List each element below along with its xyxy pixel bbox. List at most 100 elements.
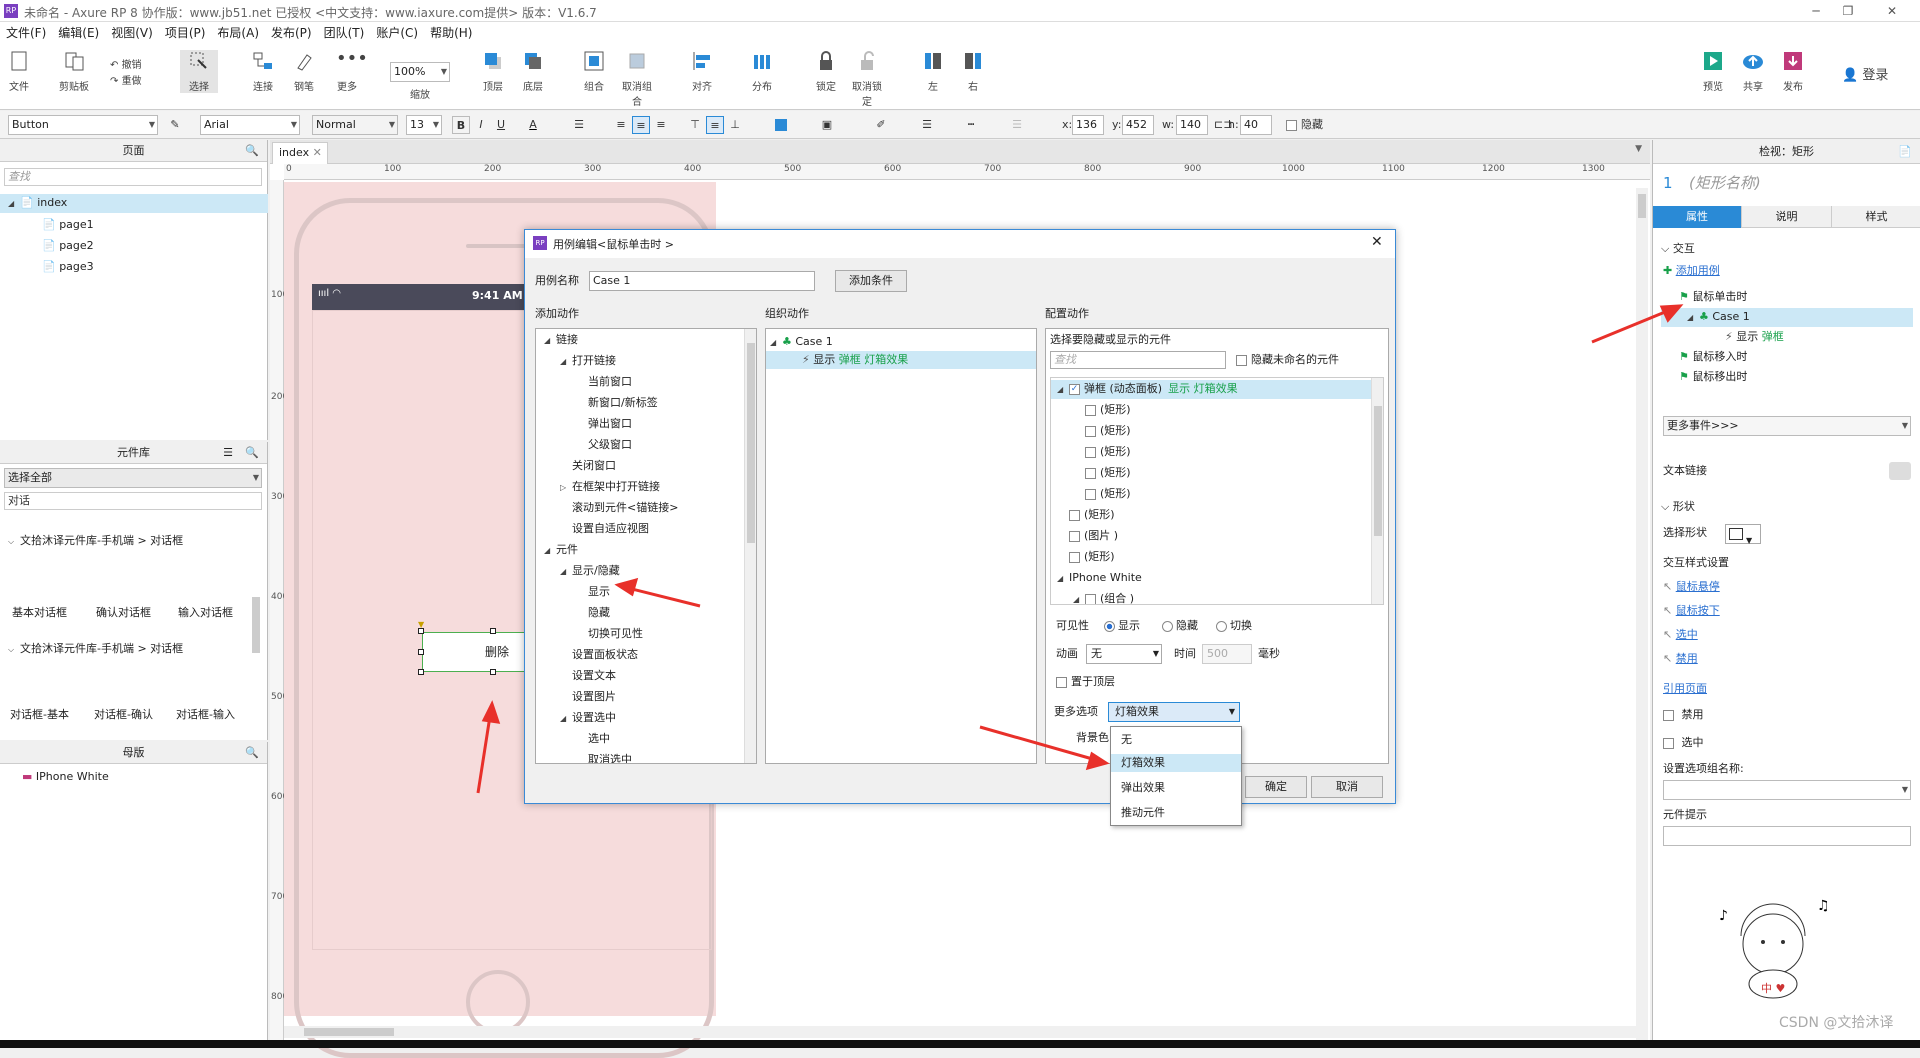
underline-button[interactable]: U (492, 116, 510, 134)
link-icon[interactable] (1889, 462, 1911, 480)
hide-unnamed-checkbox[interactable]: 隐藏未命名的元件 (1236, 351, 1339, 369)
menu-team[interactable]: 团队(T) (318, 22, 371, 44)
event-onclick[interactable]: ⚑ 鼠标单击时 (1679, 288, 1747, 306)
animation-select[interactable]: 无 ▼ (1086, 644, 1162, 664)
page-tree-item[interactable]: 📄 page2 (42, 237, 94, 255)
close-icon[interactable]: ✕ (1371, 234, 1383, 250)
canvas-vertical-scrollbar[interactable] (1636, 188, 1648, 1040)
widget-name-input[interactable]: (矩形名称) (1689, 174, 1761, 192)
widget-tree-item[interactable]: ◢ ✓ 弹框 (动态面板) 显示 灯箱效果 (1051, 380, 1371, 399)
resize-handle[interactable] (490, 628, 496, 634)
group-button[interactable]: 组合 (575, 50, 613, 93)
connect-tool[interactable]: 连接 (244, 50, 282, 93)
vis-toggle-radio[interactable]: 切换 (1216, 617, 1252, 635)
cancel-button[interactable]: 取消 (1311, 776, 1383, 798)
page-tree-item[interactable]: 📄 page1 (42, 216, 94, 234)
arrow-style-button[interactable]: ☰ (1008, 116, 1026, 134)
pen-tool[interactable]: 钢笔 (285, 50, 323, 93)
action-tree-item[interactable]: 新窗口/新标签 (576, 394, 658, 412)
ungroup-button[interactable]: 取消组合 (618, 50, 656, 108)
shape-section[interactable]: ⌵ 形状 (1661, 498, 1695, 516)
library-select[interactable]: 选择全部 ▼ (4, 468, 262, 488)
more-events-select[interactable]: 更多事件>>> ▼ (1663, 416, 1911, 436)
widget-tree-item[interactable]: (矩形) (1051, 506, 1371, 524)
bullet-list-button[interactable]: ☰ (570, 116, 588, 134)
more-tools[interactable]: ••• 更多 (328, 50, 368, 94)
dropdown-option[interactable]: 无 (1111, 731, 1241, 749)
dropdown-option[interactable]: 弹出效果 (1111, 779, 1241, 797)
align-text-right-button[interactable]: ≡ (652, 116, 670, 134)
library-search-input[interactable]: 对话 (4, 492, 262, 510)
close-tab-icon[interactable]: ✕ (313, 146, 322, 159)
zoom-select[interactable]: 100% ▼ (390, 62, 450, 82)
widget-tree-item[interactable]: (矩形) (1051, 422, 1371, 440)
add-case-link[interactable]: ✚ 添加用例 (1663, 262, 1720, 280)
disabled-style-link[interactable]: ↖ 禁用 (1663, 650, 1698, 668)
share-button[interactable]: 共享 (1734, 50, 1772, 93)
menu-publish[interactable]: 发布(P) (265, 22, 318, 44)
widget-checkbox[interactable] (1085, 446, 1096, 458)
line-style-button[interactable]: ┅ (962, 116, 980, 134)
case-item[interactable]: ◢ ♣ Case 1 (1661, 308, 1913, 327)
action-tree-item[interactable]: ◢ 链接 (544, 331, 578, 350)
expand-toggle-icon[interactable]: ◢ (1073, 591, 1085, 604)
library-widget[interactable]: 对话框-基本 (10, 706, 69, 724)
ok-button[interactable]: 确定 (1245, 776, 1307, 798)
shadow-button[interactable]: ▣ (818, 116, 836, 134)
close-window-icon[interactable]: ✕ (1880, 2, 1904, 20)
ref-page-link[interactable]: 引用页面 (1663, 680, 1707, 698)
w-input[interactable]: 140 (1176, 115, 1208, 135)
search-icon[interactable]: 🔍 (245, 442, 259, 464)
library-widget[interactable]: 基本对话框 (12, 604, 67, 622)
expand-toggle-icon[interactable]: ◢ (1057, 381, 1069, 399)
selected-style-link[interactable]: ↖ 选中 (1663, 626, 1698, 644)
menu-icon[interactable]: ☰ (223, 442, 233, 464)
file-button[interactable]: 文件 (0, 50, 38, 93)
tooltip-input[interactable] (1663, 826, 1911, 846)
action-tree-item[interactable]: 隐藏 (576, 604, 610, 622)
line-color-button[interactable]: ✐ (872, 116, 890, 134)
vis-hide-radio[interactable]: 隐藏 (1162, 617, 1198, 635)
y-input[interactable]: 452 (1122, 115, 1154, 135)
hover-style-link[interactable]: ↖ 鼠标悬停 (1663, 578, 1720, 596)
widget-checkbox[interactable] (1069, 530, 1080, 542)
add-condition-button[interactable]: 添加条件 (835, 270, 907, 292)
notes-icon[interactable]: 📄 (1898, 140, 1912, 164)
widget-type-select[interactable]: Button ▼ (8, 115, 158, 135)
library-widget[interactable]: 对话框-输入 (176, 706, 235, 724)
resize-handle[interactable] (490, 669, 496, 675)
widget-tree-item[interactable]: (矩形) (1051, 443, 1371, 461)
align-text-center-button[interactable]: ≡ (632, 116, 650, 134)
action-tree-item[interactable]: ◢ 打开链接 (560, 352, 616, 371)
pages-search-input[interactable]: 查找 (4, 168, 262, 186)
resize-handle[interactable] (418, 649, 424, 655)
org-action-item[interactable]: ⚡ 显示 弹框 灯箱效果 (766, 351, 1036, 369)
expand-toggle-icon[interactable]: ▷ (560, 479, 572, 497)
clipboard-button[interactable]: 剪贴板 (55, 50, 93, 93)
hidden-checkbox[interactable]: 隐藏 (1286, 116, 1323, 134)
dropdown-option[interactable]: 推动元件 (1111, 804, 1241, 822)
action-tree-item[interactable]: 设置图片 (560, 688, 616, 706)
widget-checkbox[interactable] (1085, 404, 1096, 416)
widget-checkbox[interactable] (1069, 551, 1080, 563)
cfg-search-input[interactable]: 查找 (1050, 351, 1226, 369)
menu-account[interactable]: 账户(C) (370, 22, 424, 44)
expand-toggle-icon[interactable]: ◢ (560, 710, 572, 728)
action-tree-item[interactable]: ▷ 在框架中打开链接 (560, 478, 660, 497)
font-select[interactable]: Arial ▼ (200, 115, 300, 135)
action-tree-item[interactable]: 切换可见性 (576, 625, 643, 643)
minimize-icon[interactable]: ─ (1804, 2, 1828, 20)
select-tool[interactable]: 选择 (180, 50, 218, 93)
left-button[interactable]: 左 (914, 50, 952, 93)
case-name-input[interactable]: Case 1 (589, 271, 815, 291)
interaction-section[interactable]: ⌵ 交互 (1661, 240, 1695, 258)
page-tree-root[interactable]: ◢ 📄 index (0, 194, 268, 213)
event-mouseenter[interactable]: ⚑ 鼠标移入时 (1679, 348, 1747, 366)
action-tree-item[interactable]: 弹出窗口 (576, 415, 632, 433)
action-tree-item[interactable]: 显示 (576, 583, 610, 601)
more-options-select[interactable]: 灯箱效果 ▼ (1108, 702, 1240, 722)
preview-button[interactable]: 预览 (1694, 50, 1732, 93)
resize-handle[interactable] (418, 669, 424, 675)
library-scrollbar[interactable] (252, 597, 260, 653)
redo-button[interactable]: ↷ 重做 (110, 72, 142, 87)
